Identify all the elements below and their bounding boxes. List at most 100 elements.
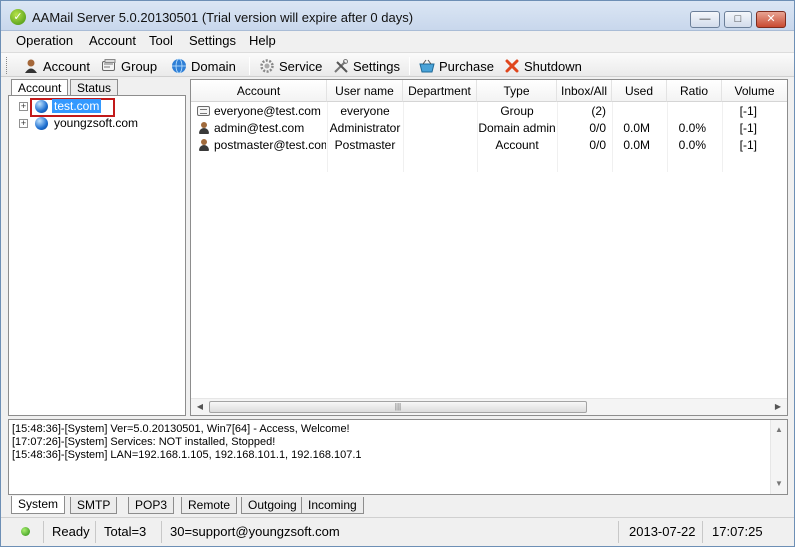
tab-smtp[interactable]: SMTP xyxy=(70,497,118,514)
toolbar-account-label: Account xyxy=(43,58,90,74)
window-title: AAMail Server 5.0.20130501 (Trial versio… xyxy=(32,10,414,25)
minimize-button[interactable]: — xyxy=(690,11,720,28)
cell-inbox-all: 0/0 xyxy=(589,121,606,135)
scroll-down-arrow-icon[interactable]: ▼ xyxy=(773,478,785,490)
expand-icon[interactable]: + xyxy=(19,119,28,128)
column-divider xyxy=(557,102,558,172)
tab-outgoing[interactable]: Outgoing xyxy=(241,497,304,514)
tab-pop3[interactable]: POP3 xyxy=(128,497,175,514)
service-gear-icon xyxy=(259,58,275,74)
scroll-left-arrow-icon[interactable]: ◀ xyxy=(194,401,206,413)
account-icon xyxy=(23,58,39,74)
horizontal-scrollbar[interactable]: ◀ ||| ▶ xyxy=(191,398,787,415)
status-bar: Ready Total=3 30=support@youngzsoft.com … xyxy=(1,517,794,546)
cell-volume: [-1] xyxy=(739,104,757,118)
column-divider xyxy=(327,102,328,172)
column-divider xyxy=(722,102,723,172)
column-header-department[interactable]: Department xyxy=(403,80,477,102)
status-indicator xyxy=(9,521,44,543)
toolbar-settings-label: Settings xyxy=(353,58,400,74)
cell-ratio: 0.0% xyxy=(678,138,706,152)
column-divider xyxy=(667,102,668,172)
status-state: Ready xyxy=(46,521,96,543)
toolbar-grip[interactable] xyxy=(6,57,9,74)
cell-username: everyone xyxy=(340,104,390,118)
scroll-right-arrow-icon[interactable]: ▶ xyxy=(772,401,784,413)
cell-account: postmaster@test.com xyxy=(214,138,326,152)
toolbar-shutdown-label: Shutdown xyxy=(524,58,582,74)
globe-icon xyxy=(35,100,48,113)
menu-bar: Operation Account Tool Settings Help xyxy=(1,31,794,51)
column-header-username[interactable]: User name xyxy=(327,80,403,102)
column-header-account[interactable]: Account xyxy=(191,80,327,102)
service-status-icon xyxy=(21,527,30,536)
status-date: 2013-07-22 xyxy=(623,521,703,543)
toolbar-purchase-button[interactable]: Purchase xyxy=(419,56,494,76)
toolbar-group-button[interactable]: Group xyxy=(101,56,157,76)
globe-icon xyxy=(35,117,48,130)
toolbar-domain-button[interactable]: Domain xyxy=(171,56,236,76)
user-icon xyxy=(198,139,210,152)
cell-department xyxy=(403,137,477,154)
tree-item-youngzsoft-com[interactable]: + youngzsoft.com xyxy=(9,115,185,131)
tab-account[interactable]: Account xyxy=(11,79,69,96)
tab-incoming[interactable]: Incoming xyxy=(301,497,364,514)
table-row[interactable]: postmaster@test.com Postmaster Account 0… xyxy=(191,137,787,154)
cell-ratio xyxy=(667,103,706,120)
column-header-inbox-all[interactable]: Inbox/All xyxy=(557,80,612,102)
basket-icon xyxy=(419,58,435,74)
menu-settings[interactable]: Settings xyxy=(189,33,236,48)
cell-username: Administrator xyxy=(329,121,401,135)
table-row[interactable]: everyone@test.com everyone Group (2) [-1… xyxy=(191,103,787,120)
log-line: [15:48:36]-[System] Ver=5.0.20130501, Wi… xyxy=(12,423,350,435)
title-bar[interactable]: ✓ AAMail Server 5.0.20130501 (Trial vers… xyxy=(1,1,794,31)
toolbar-domain-label: Domain xyxy=(191,58,236,74)
maximize-button[interactable]: □ xyxy=(724,11,752,28)
account-table: Account User name Department Type Inbox/… xyxy=(190,79,788,416)
toolbar-account-button[interactable]: Account xyxy=(23,56,90,76)
toolbar-separator xyxy=(249,57,250,75)
globe-icon xyxy=(171,58,187,74)
log-line: [17:07:26]-[System] Services: NOT instal… xyxy=(12,436,276,448)
table-row[interactable]: admin@test.com Administrator Domain admi… xyxy=(191,120,787,137)
vertical-scrollbar[interactable]: ▲ ▼ xyxy=(770,420,787,494)
group-icon xyxy=(101,58,117,74)
tab-status[interactable]: Status xyxy=(70,79,119,96)
toolbar-shutdown-button[interactable]: Shutdown xyxy=(504,56,582,76)
toolbar-service-button[interactable]: Service xyxy=(259,56,322,76)
status-support: 30=support@youngzsoft.com xyxy=(164,521,619,543)
scrollbar-thumb[interactable]: ||| xyxy=(209,401,587,413)
tab-remote[interactable]: Remote xyxy=(181,497,238,514)
column-header-used[interactable]: Used xyxy=(612,80,667,102)
main-window: ✓ AAMail Server 5.0.20130501 (Trial vers… xyxy=(0,0,795,547)
user-icon xyxy=(198,122,210,135)
column-header-ratio[interactable]: Ratio xyxy=(667,80,722,102)
column-header-volume[interactable]: Volume xyxy=(722,80,787,102)
status-time: 17:07:25 xyxy=(712,524,763,539)
cell-used: 0.0M xyxy=(623,121,650,135)
expand-icon[interactable]: + xyxy=(19,102,28,111)
scroll-up-arrow-icon[interactable]: ▲ xyxy=(773,424,785,436)
toolbar: Account Group Domain Service Settings Pu… xyxy=(1,52,794,77)
toolbar-settings-button[interactable]: Settings xyxy=(333,56,400,76)
cell-used xyxy=(612,103,650,120)
menu-help[interactable]: Help xyxy=(249,33,276,48)
cell-type: Group xyxy=(500,104,534,118)
menu-operation[interactable]: Operation xyxy=(16,33,73,48)
menu-tool[interactable]: Tool xyxy=(149,33,173,48)
tree-item-label: youngzsoft.com xyxy=(54,116,139,130)
system-log: [15:48:36]-[System] Ver=5.0.20130501, Wi… xyxy=(8,419,788,495)
column-header-type[interactable]: Type xyxy=(477,80,557,102)
tab-system[interactable]: System xyxy=(11,496,66,514)
red-x-icon xyxy=(504,58,520,74)
toolbar-service-label: Service xyxy=(279,58,323,74)
toolbar-separator xyxy=(409,57,410,75)
tree-item-test-com[interactable]: + test.com xyxy=(9,98,185,117)
cell-used: 0.0M xyxy=(623,138,650,152)
menu-account[interactable]: Account xyxy=(89,33,136,48)
cell-account: admin@test.com xyxy=(214,121,305,135)
group-mail-icon xyxy=(197,106,210,116)
cell-account: everyone@test.com xyxy=(214,104,321,118)
tools-icon xyxy=(333,58,349,74)
close-button[interactable]: ✕ xyxy=(756,11,786,28)
